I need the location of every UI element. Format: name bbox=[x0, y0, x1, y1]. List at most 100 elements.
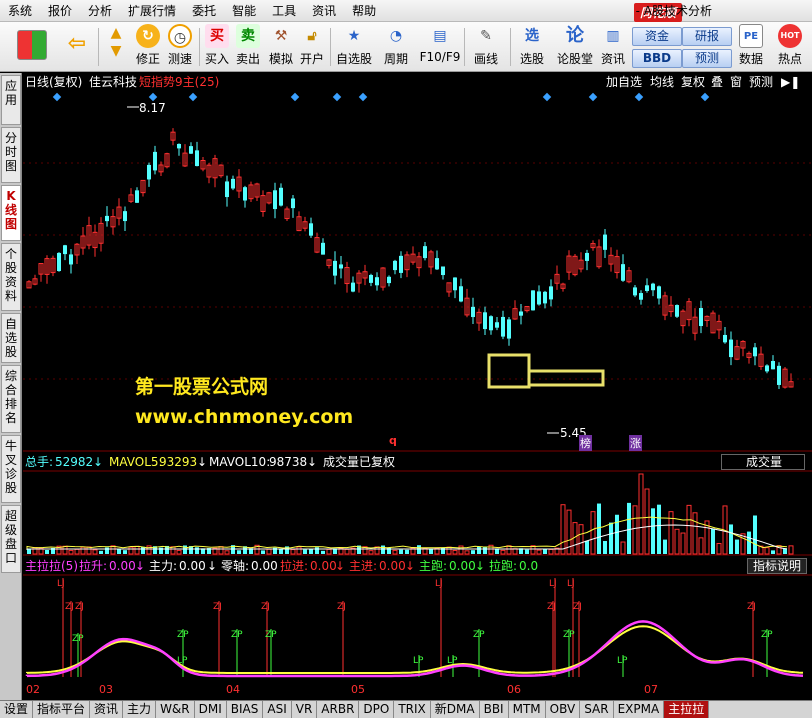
indicator-tab[interactable]: DMI bbox=[195, 701, 227, 718]
tab-ranking[interactable]: 综合排名 bbox=[1, 365, 21, 433]
lashen-label: 拉升: bbox=[79, 559, 108, 573]
indicator-tab[interactable]: BIAS bbox=[227, 701, 264, 718]
correction-icon: ↻ bbox=[136, 24, 160, 48]
indicator-tab[interactable]: EXPMA bbox=[614, 701, 665, 718]
draw-line-button[interactable]: ✎ 画线 bbox=[468, 24, 504, 70]
volume-bar bbox=[134, 545, 140, 555]
period-button[interactable]: ◔ 周期 bbox=[378, 24, 414, 70]
indicator-help-button[interactable]: 指标说明 bbox=[747, 558, 807, 574]
candle-body bbox=[753, 347, 757, 357]
indicator-tab[interactable]: MTM bbox=[509, 701, 546, 718]
indicator-tab[interactable]: 新DMA bbox=[431, 701, 480, 718]
indicator-tab[interactable]: 指标平台 bbox=[33, 701, 91, 718]
volume-bar bbox=[500, 549, 506, 555]
bbd-button[interactable]: BBD bbox=[632, 49, 682, 68]
data-button[interactable]: PE 数据 bbox=[736, 24, 766, 70]
zongshou-value: 52982 bbox=[55, 455, 94, 469]
indicator-tab[interactable]: VR bbox=[292, 701, 318, 718]
news-button[interactable]: ▥ 资讯 bbox=[598, 24, 628, 70]
indicator-tab[interactable]: TRIX bbox=[394, 701, 431, 718]
indicator-tab[interactable]: ASI bbox=[263, 701, 292, 718]
volume-bar bbox=[62, 545, 68, 555]
open-account-label: 开户 bbox=[299, 52, 324, 66]
tab-profile[interactable]: 个股资料 bbox=[1, 243, 21, 311]
hot-button[interactable]: HOT 热点 bbox=[774, 24, 806, 70]
indicator-tab[interactable]: OBV bbox=[546, 701, 581, 718]
lapao-label: 拉跑: bbox=[489, 559, 518, 573]
volume-bar bbox=[716, 543, 722, 555]
forum-button[interactable]: 论 论股堂 bbox=[555, 24, 595, 70]
open-account-button[interactable]: 🔓︎ 开户 bbox=[297, 24, 327, 70]
menu-item-help[interactable]: 帮助 bbox=[344, 0, 384, 22]
candle-body bbox=[585, 252, 589, 261]
indicator-tab[interactable]: DPO bbox=[359, 701, 395, 718]
menu-item-extended[interactable]: 扩展行情 bbox=[120, 0, 184, 22]
indicator-tab[interactable]: SAR bbox=[580, 701, 614, 718]
volume-bar bbox=[32, 547, 38, 555]
menu-item-trade[interactable]: 委托 bbox=[184, 0, 224, 22]
speedtest-button[interactable]: ◷ 测速 bbox=[164, 24, 196, 70]
menu-item-system[interactable]: 系统 bbox=[0, 0, 40, 22]
indicator-selector[interactable]: 成交量 bbox=[721, 454, 805, 470]
forecast-button[interactable]: 预测 bbox=[682, 49, 732, 68]
capital-button[interactable]: 资金 bbox=[632, 27, 682, 46]
indicator-tab[interactable]: 主力 bbox=[123, 701, 157, 718]
period-label: 周期 bbox=[383, 52, 408, 66]
menu-item-analysis[interactable]: 分析 bbox=[80, 0, 120, 22]
indicator-tab[interactable]: 资讯 bbox=[90, 701, 124, 718]
indicator-tab[interactable]: 设置 bbox=[0, 701, 34, 718]
menu-item-tools[interactable]: 工具 bbox=[264, 0, 304, 22]
hot-icon: HOT bbox=[778, 24, 802, 48]
tab-super-order[interactable]: 超级盘口 bbox=[1, 505, 21, 573]
f10-button[interactable]: ▤ F10/F9 bbox=[418, 24, 462, 70]
research-button[interactable]: 研报 bbox=[682, 27, 732, 46]
watchlist-button[interactable]: ★ 自选股 bbox=[334, 24, 374, 70]
menu-item-smart[interactable]: 智能 bbox=[224, 0, 264, 22]
bang-tag: 榜 bbox=[579, 435, 592, 451]
tab-apps[interactable]: 应用 bbox=[1, 75, 21, 125]
tab-profile-label: 个股资料 bbox=[4, 247, 17, 303]
candle-body bbox=[123, 211, 127, 222]
volume-bar bbox=[296, 546, 302, 555]
sell-button[interactable]: 卖 卖出 bbox=[233, 24, 263, 70]
indicator-tab[interactable]: BBI bbox=[480, 701, 509, 718]
back-arrow-icon: ⇦ bbox=[67, 31, 87, 56]
volume-bar bbox=[309, 548, 313, 554]
menu-item-quotes[interactable]: 报价 bbox=[40, 0, 80, 22]
down-arrow-icon: ↓ bbox=[93, 455, 104, 469]
menu-item-news[interactable]: 资讯 bbox=[304, 0, 344, 22]
stock-picker-button[interactable]: 选 选股 bbox=[514, 24, 550, 70]
volume-bar bbox=[117, 549, 121, 554]
page-up-down[interactable]: ▲ ▼ bbox=[104, 24, 128, 70]
volume-bar bbox=[80, 546, 86, 555]
tab-watchlist[interactable]: 自选股 bbox=[1, 313, 21, 363]
down-arrow-icon: ↓ bbox=[207, 559, 218, 573]
indicator-tab[interactable]: W&R bbox=[156, 701, 195, 718]
candle-body bbox=[531, 290, 535, 311]
layout-button[interactable] bbox=[14, 24, 50, 70]
signal-label: ZJ bbox=[213, 602, 222, 612]
candle-body bbox=[291, 198, 295, 209]
indicator-tab[interactable]: 主拉拉 bbox=[664, 701, 710, 718]
buy-button[interactable]: 买 买入 bbox=[202, 24, 232, 70]
signal-label: ZP bbox=[761, 630, 773, 640]
candle-body bbox=[57, 252, 61, 272]
volume-bar bbox=[446, 546, 452, 555]
correction-button[interactable]: ↻ 修正 bbox=[132, 24, 164, 70]
volume-bar bbox=[644, 488, 650, 555]
tab-timeshare[interactable]: 分时图 bbox=[1, 127, 21, 183]
zhupao-value: 0.00 bbox=[449, 559, 476, 573]
indicator-tab[interactable]: ARBR bbox=[317, 701, 360, 718]
indicator-tab-bar: 设置 指标平台 资讯 主力 W&R DMI BIAS ASI VR ARBR DPO TRIX 新DMA… bbox=[0, 700, 812, 718]
month-label: 07 bbox=[644, 683, 658, 696]
volume-bar bbox=[651, 508, 655, 554]
lajin-label: 拉进: bbox=[280, 559, 309, 573]
simulate-button[interactable]: ⚒ 模拟 bbox=[265, 24, 297, 70]
candle-body bbox=[675, 305, 679, 317]
month-label: 05 bbox=[351, 683, 365, 696]
tab-diagnosis[interactable]: 牛叉诊股 bbox=[1, 435, 21, 503]
back-button[interactable]: ⇦ bbox=[62, 24, 92, 70]
tab-kline[interactable]: K线图 bbox=[1, 185, 21, 241]
signal-label: ZJ bbox=[573, 602, 582, 612]
volume-bar bbox=[344, 548, 350, 555]
